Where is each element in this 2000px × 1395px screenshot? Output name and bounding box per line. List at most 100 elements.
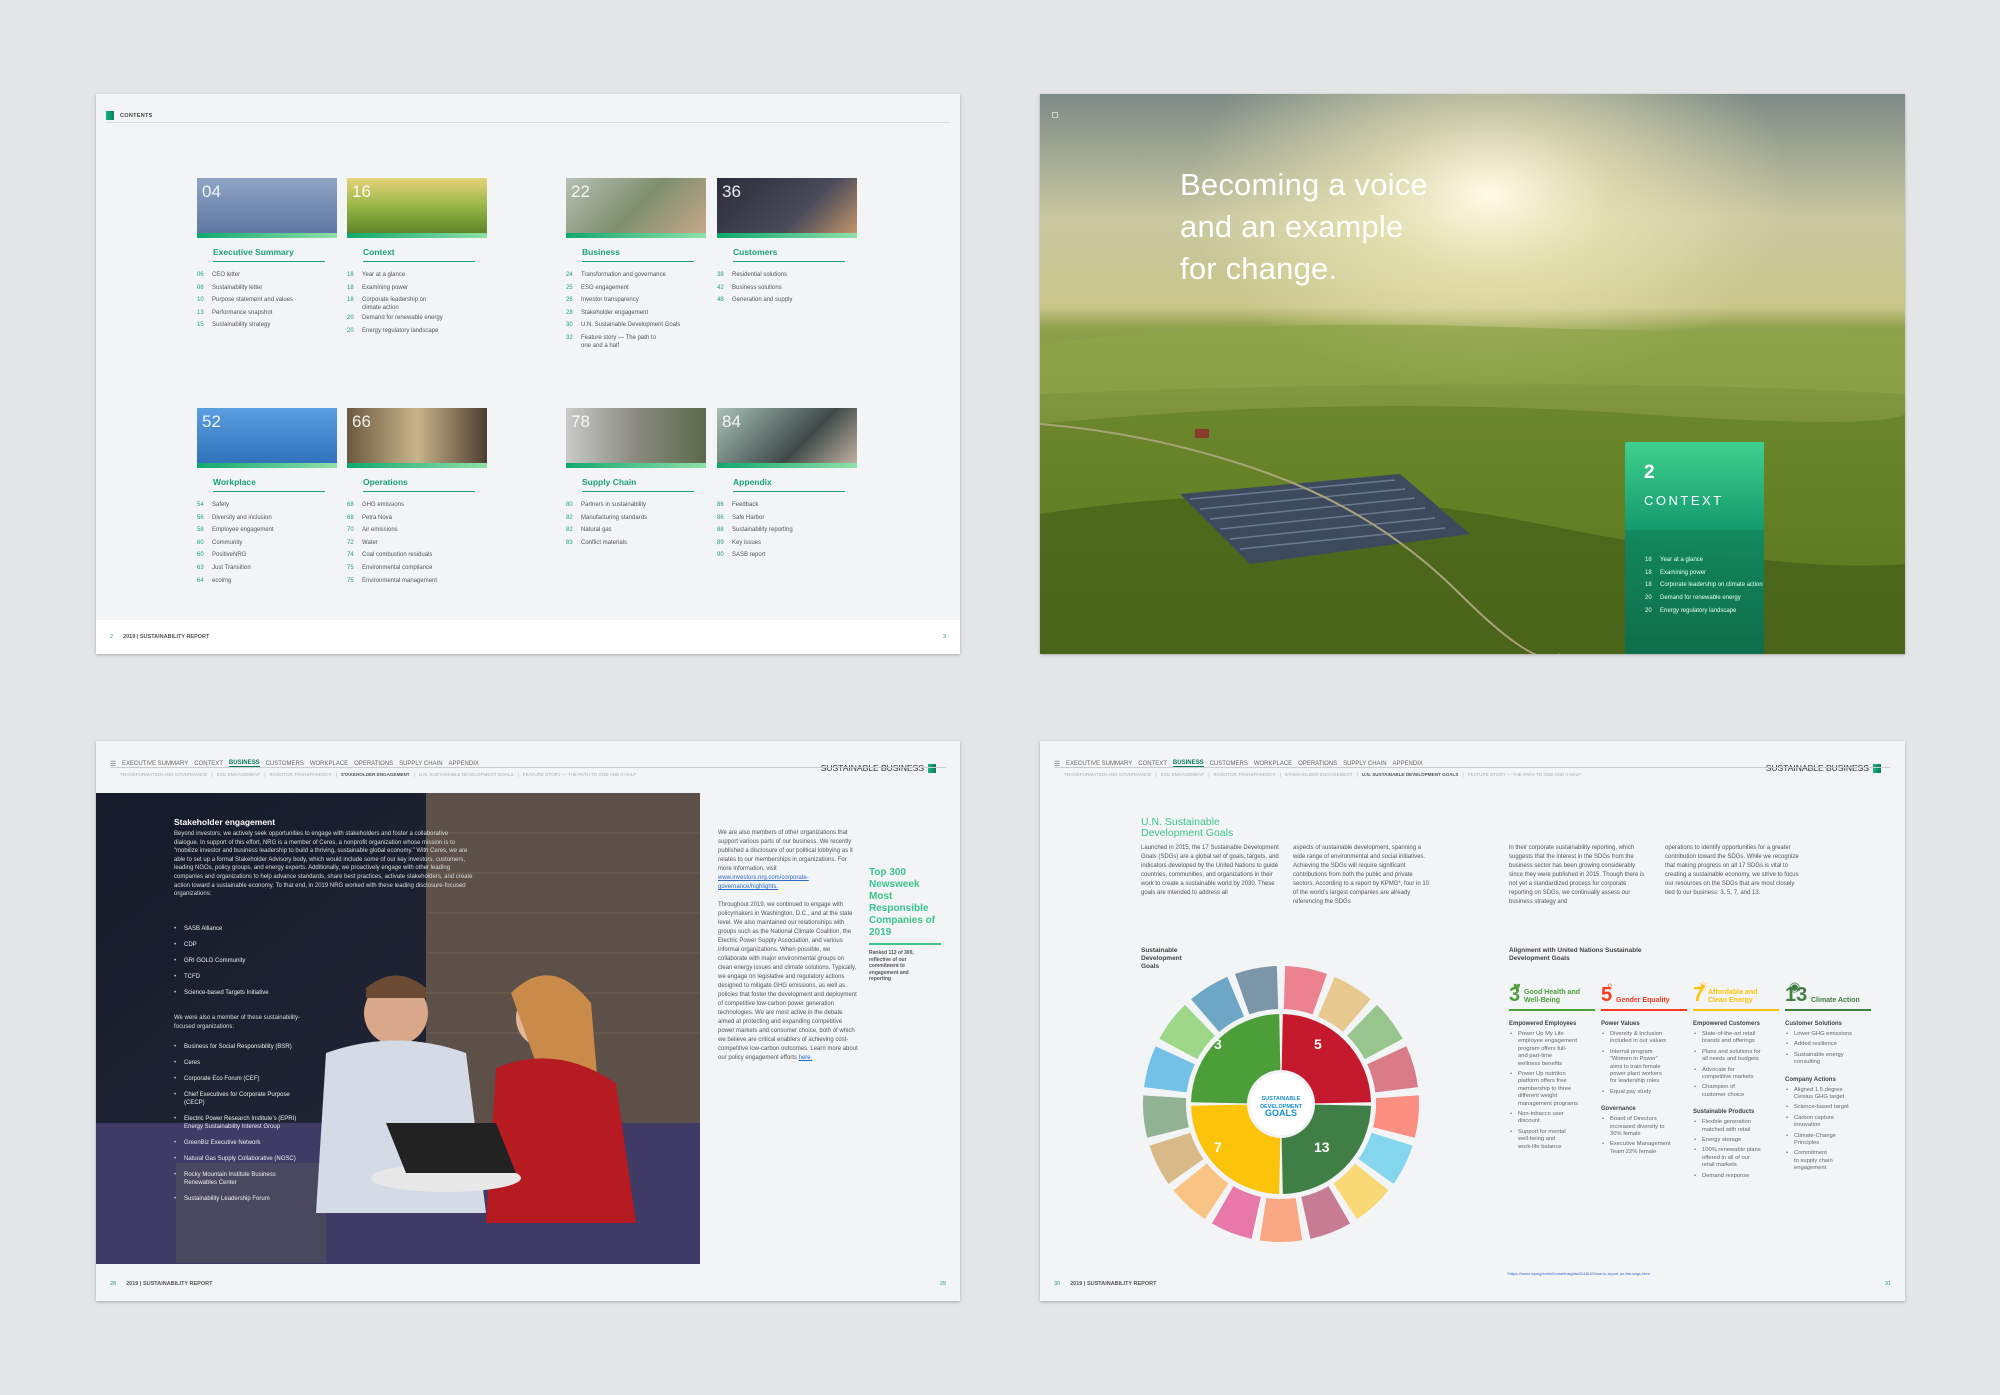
toc-item[interactable]: 15 Sustainability strategy (197, 319, 337, 332)
toc-item[interactable]: 18 Corporate leadership on climate action (347, 294, 487, 312)
toc-item[interactable]: 86 Feedback (717, 499, 857, 512)
nav-tab-business[interactable]: BUSINESS (1172, 760, 1204, 767)
nav-tab-executive-summary[interactable]: EXECUTIVE SUMMARY (1066, 761, 1132, 767)
section-thumbnail[interactable]: 36 (717, 178, 857, 238)
toc-item-label: Examining power (1660, 569, 1707, 576)
subnav-item[interactable]: U.N. SUSTAINABLE DEVELOPMENT GOALS (1362, 772, 1459, 777)
toc-item[interactable]: 83 Conflict materials (566, 537, 706, 550)
nav-tab-appendix[interactable]: APPENDIX (449, 761, 479, 767)
toc-item[interactable]: 68 GHG emissions (347, 499, 487, 512)
toc-item[interactable]: 90 SASB report (717, 549, 857, 562)
toc-item[interactable]: 68 Petra Nova (347, 512, 487, 525)
toc-item[interactable]: 26 Investor transparency (566, 294, 706, 307)
subnav-item[interactable]: TRANSFORMATION AND GOVERNANCE (1064, 772, 1151, 777)
toc-item[interactable]: 06 CEO letter (197, 269, 337, 282)
subnav-item[interactable]: FEATURE STORY — THE PATH TO ONE AND A HA… (1468, 772, 1581, 777)
nav-tab-customers[interactable]: CUSTOMERS (1210, 761, 1248, 767)
subnav-item[interactable]: STAKEHOLDER ENGAGEMENT (341, 772, 410, 777)
toc-item[interactable]: 64 ecoimg (197, 575, 337, 588)
context-toc-item[interactable]: 20 Demand for renewable energy (1645, 592, 1763, 605)
toc-item[interactable]: 88 Sustainability reporting (717, 524, 857, 537)
nav-tab-customers[interactable]: CUSTOMERS (266, 761, 304, 767)
nav-tab-context[interactable]: CONTEXT (1138, 761, 1167, 767)
section-thumbnail[interactable]: 84 (717, 408, 857, 468)
section-title[interactable]: Appendix (733, 477, 845, 492)
toc-item[interactable]: 18 Examining power (347, 282, 487, 295)
section-title[interactable]: Business (582, 247, 694, 262)
toc-item[interactable]: 70 Air emissions (347, 524, 487, 537)
toc-item[interactable]: 08 Sustainability letter (197, 282, 337, 295)
subnav-item[interactable]: FEATURE STORY — THE PATH TO ONE AND A HA… (523, 772, 636, 777)
section-title[interactable]: Workplace (213, 477, 325, 492)
toc-item[interactable]: 18 Year at a glance (347, 269, 487, 282)
section-thumbnail[interactable]: 22 (566, 178, 706, 238)
toc-item[interactable]: 63 Just Transition (197, 562, 337, 575)
toc-item[interactable]: 82 Manufacturing standards (566, 512, 706, 525)
toc-item[interactable]: 30 U.N. Sustainable Development Goals (566, 319, 706, 332)
nav-tab-supply-chain[interactable]: SUPPLY CHAIN (399, 761, 442, 767)
toc-item[interactable]: 74 Coal combustion residuals (347, 549, 487, 562)
context-toc-item[interactable]: 20 Energy regulatory landscape (1645, 605, 1763, 618)
toc-item[interactable]: 24 Transformation and governance (566, 269, 706, 282)
section-thumbnail[interactable]: 04 (197, 178, 337, 238)
toc-item[interactable]: 82 Natural gas (566, 524, 706, 537)
toc-item[interactable]: 25 ESG engagement (566, 282, 706, 295)
section-thumbnail[interactable]: 66 (347, 408, 487, 468)
toc-item[interactable]: 48 Generation and supply (717, 294, 857, 307)
toc-item[interactable]: 89 Key issues (717, 537, 857, 550)
context-toc-item[interactable]: 18 Year at a glance (1645, 554, 1763, 567)
toc-item[interactable]: 13 Performance snapshot (197, 307, 337, 320)
toc-item[interactable]: 86 Safe Harbor (717, 512, 857, 525)
toc-item-label: Performance snapshot (212, 309, 273, 316)
context-toc-item[interactable]: 18 Corporate leadership on climate action (1645, 579, 1763, 592)
section-title[interactable]: Customers (733, 247, 845, 262)
subnav-item[interactable]: ESG ENGAGEMENT (217, 772, 261, 777)
toc-item[interactable]: 42 Business solutions (717, 282, 857, 295)
toc-item[interactable]: 72 Water (347, 537, 487, 550)
subnav-item[interactable]: ESG ENGAGEMENT (1161, 772, 1205, 777)
governance-link[interactable]: www.investors.nrg.com/corporate-governan… (718, 875, 809, 890)
nav-tab-appendix[interactable]: APPENDIX (1393, 761, 1423, 767)
subnav-item[interactable]: TRANSFORMATION AND GOVERNANCE (120, 772, 207, 777)
nav-tab-workplace[interactable]: WORKPLACE (310, 761, 348, 767)
toc-item[interactable]: 56 Diversity and inclusion (197, 512, 337, 525)
kpmg-footnote-link[interactable]: *https://home.kpmg/xx/en/home/insights/2… (1507, 1271, 1650, 1276)
toc-item[interactable]: 58 Employee engagement (197, 524, 337, 537)
nav-tab-business[interactable]: BUSINESS (228, 760, 260, 767)
subnav-item[interactable]: INVESTOR TRANSPARENCY (1214, 772, 1276, 777)
toc-item[interactable]: 60 PositiveNRG (197, 549, 337, 562)
section-title[interactable]: Supply Chain (582, 477, 694, 492)
section-thumbnail[interactable]: 78 (566, 408, 706, 468)
toc-item[interactable]: 32 Feature story — The path to one and a … (566, 332, 706, 350)
section-thumbnail[interactable]: 52 (197, 408, 337, 468)
sdg-paragraph-2: aspects of sustainable development, span… (1293, 845, 1430, 905)
nav-tab-workplace[interactable]: WORKPLACE (1254, 761, 1292, 767)
nav-tab-operations[interactable]: OPERATIONS (354, 761, 393, 767)
nav-tab-executive-summary[interactable]: EXECUTIVE SUMMARY (122, 761, 188, 767)
toc-item[interactable]: 80 Partners in sustainability (566, 499, 706, 512)
nav-tab-context[interactable]: CONTEXT (194, 761, 223, 767)
toc-item[interactable]: 28 Stakeholder engagement (566, 307, 706, 320)
subnav-item[interactable]: U.N. SUSTAINABLE DEVELOPMENT GOALS (419, 772, 514, 777)
section-title[interactable]: Executive Summary (213, 247, 325, 262)
context-toc-item[interactable]: 18 Examining power (1645, 567, 1763, 580)
toc-item[interactable]: 54 Safety (197, 499, 337, 512)
toc-item[interactable]: 10 Purpose statement and values (197, 294, 337, 307)
toc-item[interactable]: 75 Environmental management (347, 575, 487, 588)
policy-here-link[interactable]: here. (799, 1055, 813, 1061)
section-number: 22 (571, 182, 590, 201)
section-thumbnail[interactable]: 16 (347, 178, 487, 238)
toc-item[interactable]: 20 Energy regulatory landscape (347, 325, 487, 338)
toc-item[interactable]: 60 Community (197, 537, 337, 550)
toc-item[interactable]: 38 Residential solutions (717, 269, 857, 282)
toc-item[interactable]: 75 Environmental compliance (347, 562, 487, 575)
menu-icon[interactable] (1052, 112, 1058, 118)
subnav-item[interactable]: STAKEHOLDER ENGAGEMENT (1285, 772, 1353, 777)
toc-item[interactable]: 20 Demand for renewable energy (347, 312, 487, 325)
nav-tab-operations[interactable]: OPERATIONS (1298, 761, 1337, 767)
section-number: 52 (202, 412, 221, 431)
section-title[interactable]: Operations (363, 477, 475, 492)
section-title[interactable]: Context (363, 247, 475, 262)
nav-tab-supply-chain[interactable]: SUPPLY CHAIN (1343, 761, 1386, 767)
subnav-item[interactable]: INVESTOR TRANSPARENCY (270, 772, 332, 777)
